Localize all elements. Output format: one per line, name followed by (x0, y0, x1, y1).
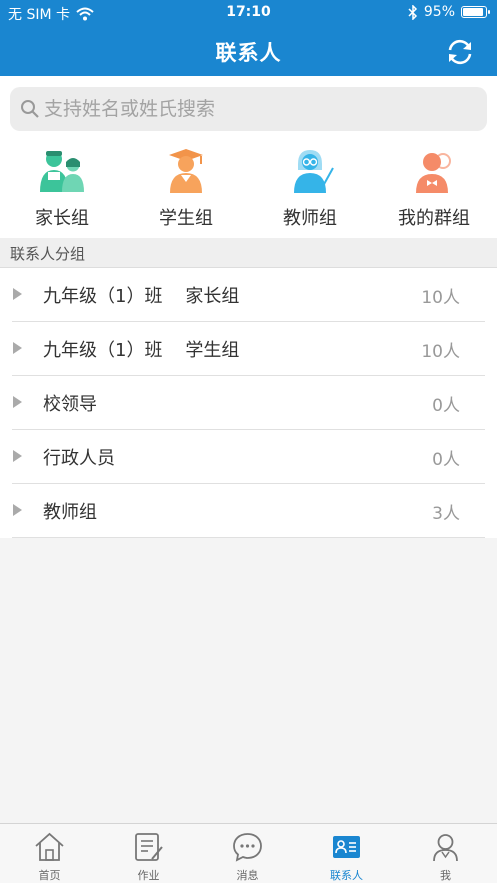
status-bar: 无 SIM 卡 17:10 95% (0, 0, 497, 26)
refresh-button[interactable] (445, 37, 475, 67)
expand-arrow-icon (13, 342, 22, 354)
list-item-count: 10人 (421, 342, 460, 362)
expand-arrow-icon (13, 450, 22, 462)
expand-arrow-icon (13, 396, 22, 408)
list-item-count: 0人 (432, 450, 460, 470)
group-shortcuts: 家长组 学生组 教师组 我的群组 (0, 142, 497, 238)
list-item-name: 校领导 (43, 394, 97, 415)
search-input[interactable] (44, 87, 474, 131)
nav-bar: 联系人 (0, 26, 497, 76)
profile-icon (433, 834, 458, 862)
list-item-name: 九年级（1）班 学生组 (43, 340, 240, 361)
battery-fill (463, 8, 483, 16)
homework-icon (135, 833, 163, 861)
list-item-count: 10人 (421, 288, 460, 308)
refresh-icon (448, 39, 472, 65)
group-teachers[interactable]: 教师组 (248, 142, 372, 238)
expand-arrow-icon (13, 288, 22, 300)
battery-icon (461, 6, 490, 18)
section-header: 联系人分组 (0, 238, 497, 268)
tab-label: 作业 (137, 869, 160, 882)
teacher-icon (294, 150, 334, 193)
tab-label: 联系人 (330, 869, 363, 882)
group-label: 教师组 (283, 208, 337, 229)
list-item-count: 3人 (432, 504, 460, 524)
group-my-groups[interactable]: 我的群组 (372, 142, 496, 238)
list-item[interactable]: 行政人员 0人 (0, 430, 497, 484)
my-group-icon (416, 153, 451, 193)
group-label: 家长组 (35, 208, 89, 229)
search-area (0, 76, 497, 142)
group-students[interactable]: 学生组 (124, 142, 248, 238)
search-icon (21, 100, 39, 118)
tab-label: 消息 (236, 869, 259, 882)
list-item[interactable]: 九年级（1）班 学生组 10人 (0, 322, 497, 376)
tab-bar: 首页 作业 消息 联系人 我 (0, 823, 497, 883)
list-item-name: 九年级（1）班 家长组 (43, 286, 240, 307)
status-right: 95% (408, 4, 490, 20)
divider (12, 537, 485, 538)
tab-label: 首页 (38, 869, 61, 882)
group-label: 我的群组 (398, 208, 470, 229)
search-box[interactable] (10, 87, 487, 131)
bluetooth-icon (408, 4, 417, 20)
contacts-icon (333, 836, 360, 858)
group-label: 学生组 (159, 208, 213, 229)
tab-messages[interactable]: 消息 (198, 824, 297, 883)
contact-group-list: 九年级（1）班 家长组 10人 九年级（1）班 学生组 10人 校领导 0人 行… (0, 268, 497, 538)
tab-label: 我 (440, 869, 451, 882)
list-item-name: 教师组 (43, 502, 97, 523)
list-item[interactable]: 校领导 0人 (0, 376, 497, 430)
student-icon (169, 149, 203, 193)
tab-homework[interactable]: 作业 (99, 824, 198, 883)
page-title: 联系人 (215, 41, 282, 65)
list-item[interactable]: 教师组 3人 (0, 484, 497, 538)
list-item[interactable]: 九年级（1）班 家长组 10人 (0, 268, 497, 322)
parents-icon (40, 151, 84, 192)
group-parents[interactable]: 家长组 (0, 142, 124, 238)
tab-home[interactable]: 首页 (0, 824, 99, 883)
battery-percent: 95% (423, 4, 455, 20)
home-icon (35, 832, 64, 861)
list-item-name: 行政人员 (43, 448, 115, 469)
list-item-count: 0人 (432, 396, 460, 416)
message-icon (233, 833, 262, 862)
expand-arrow-icon (13, 504, 22, 516)
tab-profile[interactable]: 我 (396, 824, 495, 883)
tab-contacts[interactable]: 联系人 (297, 824, 396, 883)
